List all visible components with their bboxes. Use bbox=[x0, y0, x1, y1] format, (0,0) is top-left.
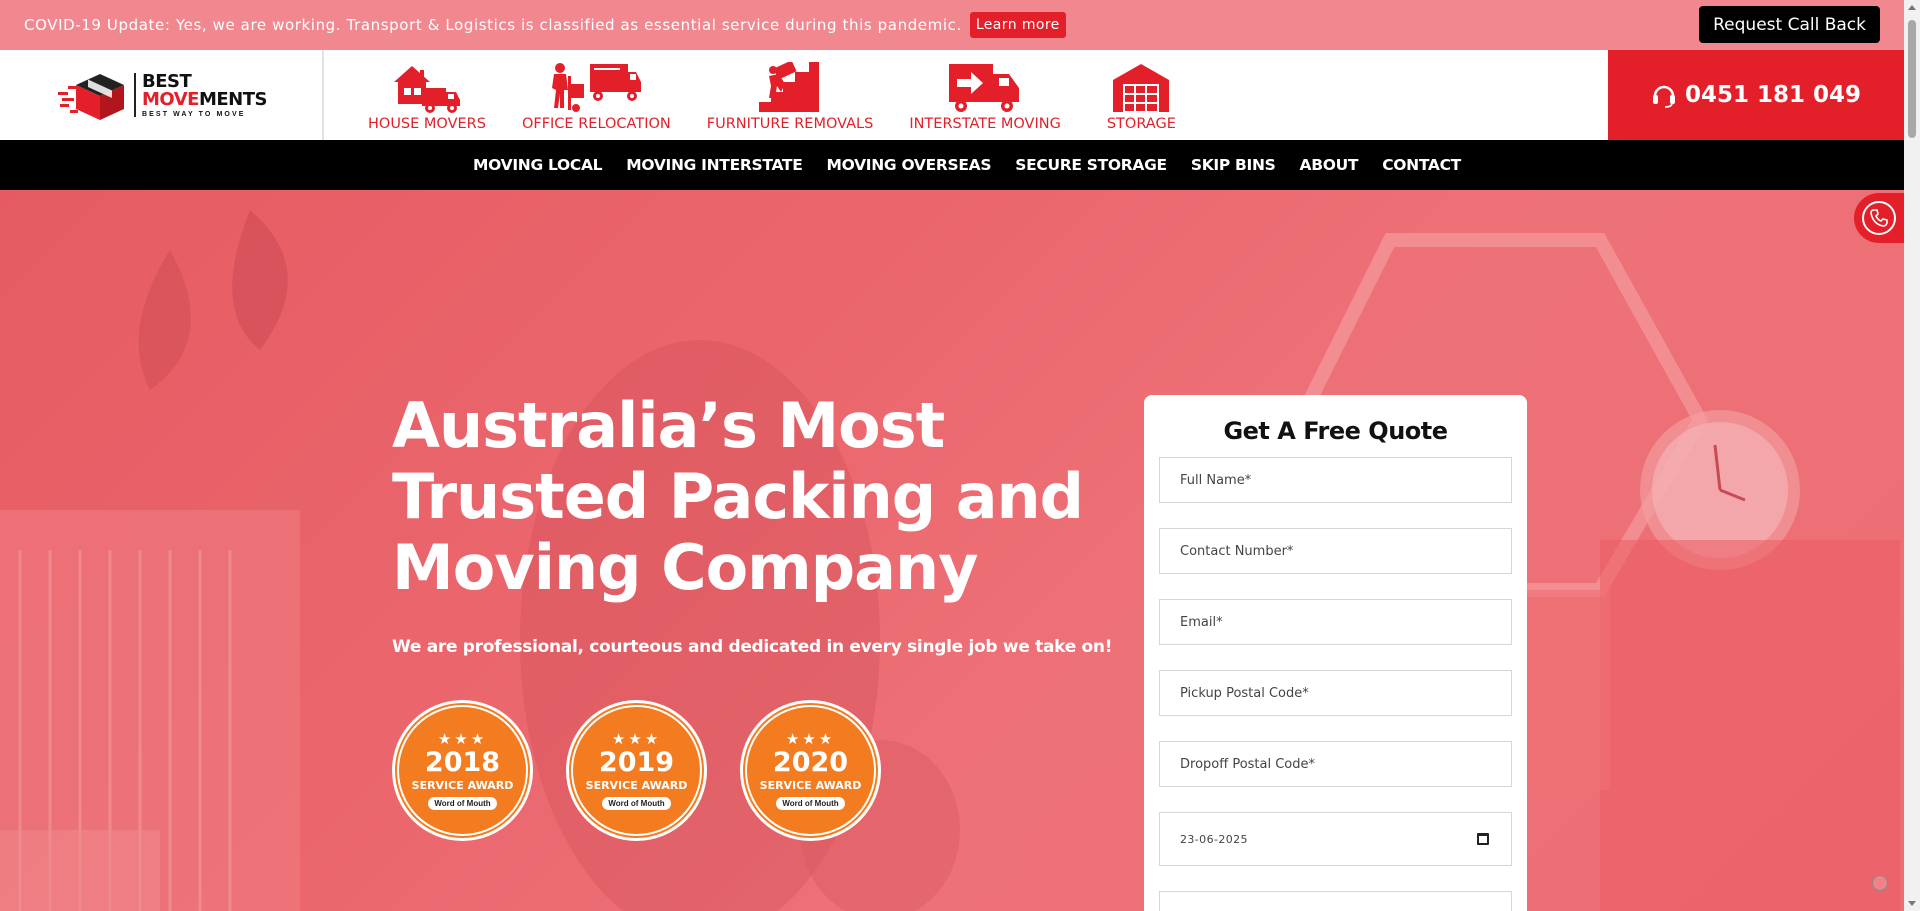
logo-tagline: BEST WAY TO MOVE bbox=[142, 110, 246, 118]
service-interstate-moving[interactable]: INTERSTATE MOVING bbox=[909, 62, 1061, 132]
headset-icon bbox=[1652, 85, 1675, 108]
full-name-field[interactable] bbox=[1159, 457, 1512, 503]
badge-label: SERVICE AWARD bbox=[759, 778, 862, 792]
logo-ments-black: MENTS bbox=[198, 88, 268, 110]
hero-title: Australia’s Most Trusted Packing and Mov… bbox=[392, 389, 1084, 604]
warehouse-icon bbox=[1113, 64, 1170, 112]
badge-label: SERVICE AWARD bbox=[411, 778, 514, 792]
service-label: HOUSE MOVERS bbox=[368, 116, 486, 132]
mover-stairs-icon bbox=[759, 62, 820, 112]
logo[interactable]: BEST MOVEMENTS BEST WAY TO MOVE bbox=[58, 70, 267, 120]
nav-moving-local[interactable]: MOVING LOCAL bbox=[473, 156, 602, 174]
pickup-postal-code-input[interactable] bbox=[1180, 685, 1511, 701]
badge-brand: Word of Mouth bbox=[776, 796, 845, 810]
nav-moving-overseas[interactable]: MOVING OVERSEAS bbox=[827, 156, 992, 174]
service-label: FURNITURE REMOVALS bbox=[706, 116, 874, 132]
badge-inner: ★★★ 2019 SERVICE AWARD Word of Mouth bbox=[571, 705, 702, 836]
service-label: STORAGE bbox=[1106, 116, 1176, 132]
contact-number-input[interactable] bbox=[1180, 543, 1511, 559]
free-quote-form: Get A Free Quote 23-06-2025 bbox=[1144, 395, 1527, 911]
service-office-relocation[interactable]: OFFICE RELOCATION bbox=[522, 62, 671, 132]
stars-icon: ★★★ bbox=[437, 730, 488, 748]
dropoff-postal-code-field[interactable] bbox=[1159, 741, 1512, 787]
badge-brand: Word of Mouth bbox=[602, 796, 671, 810]
award-badge-2018: ★★★ 2018 SERVICE AWARD Word of Mouth bbox=[392, 700, 533, 841]
stars-icon: ★★★ bbox=[785, 730, 836, 748]
main-nav: MOVING LOCAL MOVING INTERSTATE MOVING OV… bbox=[0, 140, 1904, 190]
request-call-back-button[interactable]: Request Call Back bbox=[1699, 6, 1880, 43]
email-field[interactable] bbox=[1159, 599, 1512, 645]
nav-about[interactable]: ABOUT bbox=[1300, 156, 1359, 174]
page-scrollbar[interactable] bbox=[1904, 0, 1920, 911]
phone-number: 0451 181 049 bbox=[1684, 82, 1862, 108]
phone-icon bbox=[1862, 201, 1896, 235]
hero-section: Australia’s Most Trusted Packing and Mov… bbox=[0, 190, 1904, 911]
hero-subtitle: We are professional, courteous and dedic… bbox=[392, 637, 1113, 657]
nav-skip-bins[interactable]: SKIP BINS bbox=[1191, 156, 1276, 174]
service-storage[interactable]: STORAGE bbox=[1107, 62, 1176, 132]
badge-inner: ★★★ 2018 SERVICE AWARD Word of Mouth bbox=[397, 705, 528, 836]
floating-call-button[interactable] bbox=[1854, 193, 1910, 243]
service-label: OFFICE RELOCATION bbox=[521, 116, 671, 132]
learn-more-button[interactable]: Learn more bbox=[969, 12, 1066, 38]
award-badge-2020: ★★★ 2020 SERVICE AWARD Word of Mouth bbox=[740, 700, 881, 841]
logo-divider bbox=[134, 73, 136, 117]
contact-number-field[interactable] bbox=[1159, 528, 1512, 574]
service-furniture-removals[interactable]: FURNITURE REMOVALS bbox=[706, 62, 874, 132]
email-input[interactable] bbox=[1180, 614, 1511, 630]
scrollbar-thumb[interactable] bbox=[1908, 20, 1916, 138]
arrow-truck-icon bbox=[949, 64, 1020, 112]
mover-trolley-truck-icon bbox=[552, 63, 642, 112]
award-badges: ★★★ 2018 SERVICE AWARD Word of Mouth ★★★… bbox=[392, 700, 914, 841]
badge-year: 2018 bbox=[424, 746, 501, 778]
logo-box-icon bbox=[58, 74, 124, 120]
service-label: INTERSTATE MOVING bbox=[909, 116, 1061, 132]
calendar-icon[interactable] bbox=[1477, 833, 1489, 845]
nav-contact[interactable]: CONTACT bbox=[1382, 156, 1461, 174]
site-header: BEST MOVEMENTS BEST WAY TO MOVE HOUSE MO… bbox=[0, 50, 1904, 140]
award-badge-2019: ★★★ 2019 SERVICE AWARD Word of Mouth bbox=[566, 700, 707, 841]
service-links: HOUSE MOVERS OFFICE RELOCATION FURNITURE… bbox=[324, 50, 1212, 140]
badge-year: 2019 bbox=[598, 746, 675, 778]
covid-banner: COVID-19 Update: Yes, we are working. Tr… bbox=[0, 0, 1904, 50]
logo-text: BEST MOVEMENTS BEST WAY TO MOVE bbox=[142, 72, 268, 118]
full-name-input[interactable] bbox=[1180, 472, 1511, 488]
logo-word-movements: MOVEMENTS bbox=[142, 88, 268, 110]
quote-form-title: Get A Free Quote bbox=[1223, 417, 1448, 445]
move-date-field[interactable]: 23-06-2025 bbox=[1159, 812, 1512, 866]
dropoff-postal-code-input[interactable] bbox=[1180, 756, 1511, 772]
badge-label: SERVICE AWARD bbox=[585, 778, 688, 792]
nav-moving-interstate[interactable]: MOVING INTERSTATE bbox=[626, 156, 803, 174]
scroll-up-arrow-icon[interactable] bbox=[1908, 5, 1916, 10]
stars-icon: ★★★ bbox=[611, 730, 662, 748]
scroll-down-arrow-icon[interactable] bbox=[1908, 901, 1916, 906]
service-house-movers[interactable]: HOUSE MOVERS bbox=[368, 62, 486, 132]
nav-secure-storage[interactable]: SECURE STORAGE bbox=[1015, 156, 1167, 174]
phone-call-button[interactable]: 0451 181 049 bbox=[1608, 50, 1904, 140]
badge-brand: Word of Mouth bbox=[428, 796, 497, 810]
next-form-field[interactable] bbox=[1159, 891, 1512, 911]
house-truck-icon bbox=[393, 66, 460, 113]
badge-inner: ★★★ 2020 SERVICE AWARD Word of Mouth bbox=[745, 705, 876, 836]
logo-move-red: MOVE bbox=[142, 88, 199, 110]
logo-area: BEST MOVEMENTS BEST WAY TO MOVE bbox=[0, 50, 324, 140]
covid-update-text: COVID-19 Update: Yes, we are working. Tr… bbox=[24, 16, 962, 34]
pickup-postal-code-field[interactable] bbox=[1159, 670, 1512, 716]
move-date-value: 23-06-2025 bbox=[1180, 832, 1248, 846]
scroll-to-top-icon[interactable] bbox=[1872, 875, 1888, 891]
badge-year: 2020 bbox=[772, 746, 849, 778]
